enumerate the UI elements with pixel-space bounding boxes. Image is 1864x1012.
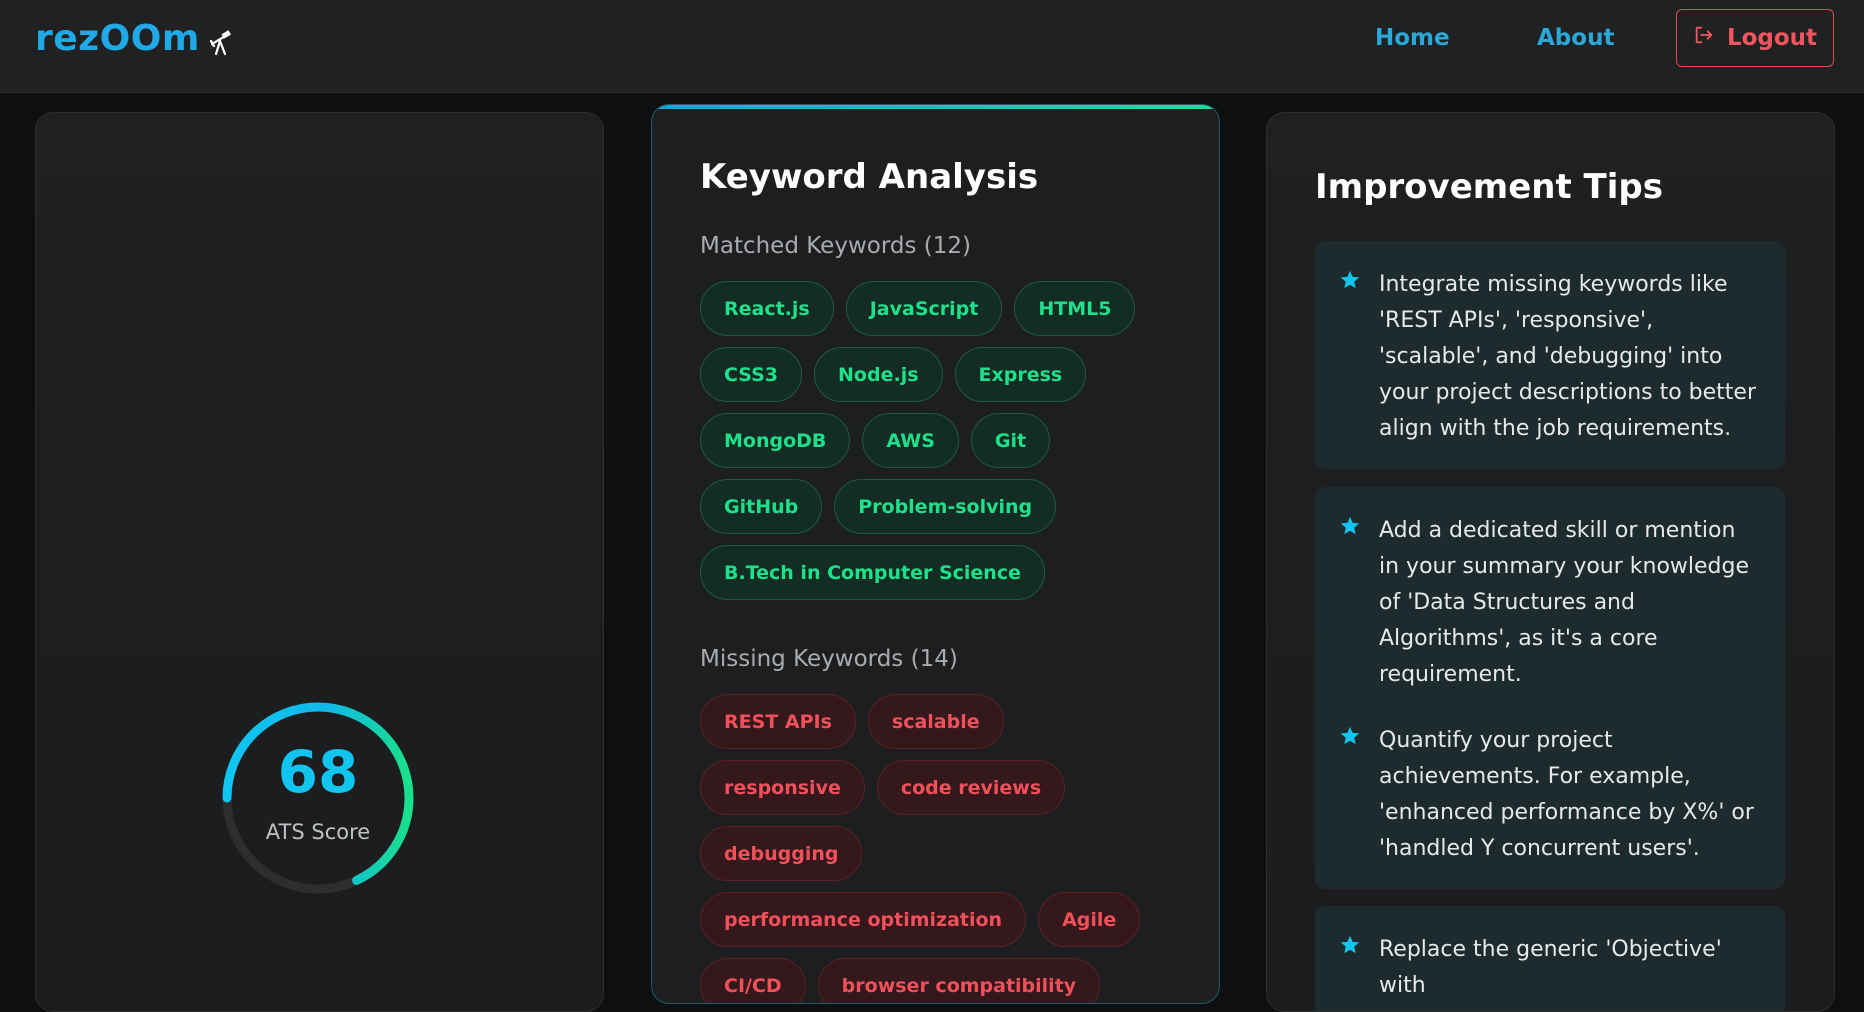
nav-about-link[interactable]: About [1537, 25, 1614, 51]
missing-keyword-chip: Agile [1038, 892, 1141, 947]
missing-keyword-chip: debugging [700, 826, 863, 881]
matched-keyword-chip: React.js [700, 281, 834, 336]
panel-accent-bar [652, 105, 1219, 109]
missing-keyword-chip: browser compatibility [817, 958, 1101, 1003]
brand-name: rezOOm [35, 18, 200, 59]
keyword-analysis-title: Keyword Analysis [700, 157, 1039, 197]
matched-keyword-chip: Git [970, 413, 1051, 468]
matched-keyword-chip: GitHub [700, 479, 823, 534]
tip-card: Replace the generic 'Objective' with [1315, 906, 1785, 1011]
matched-keyword-chip: AWS [862, 413, 959, 468]
ats-score-gauge: 68 ATS Score [218, 698, 418, 898]
matched-keywords-list: React.js JavaScript HTML5 CSS3 Node.js Expres… [700, 281, 1180, 600]
missing-keyword-chip: CI/CD [700, 958, 806, 1003]
matched-keyword-chip: MongoDB [700, 413, 851, 468]
logout-button[interactable]: Logout [1676, 9, 1834, 67]
score-panel: 68 ATS Score [35, 112, 604, 1012]
ats-score-value: 68 [277, 738, 359, 806]
tip-text: Quantify your project achievements. For … [1379, 728, 1754, 861]
brand-logo[interactable]: rezOOm [35, 18, 234, 59]
matched-keyword-chip: Express [954, 347, 1087, 402]
matched-keyword-chip: JavaScript [845, 281, 1003, 336]
matched-keyword-chip: CSS3 [700, 347, 803, 402]
logout-label: Logout [1726, 25, 1818, 51]
missing-keyword-chip: scalable [867, 694, 1004, 749]
ats-score-label: ATS Score [265, 820, 371, 844]
tip-text: Integrate missing keywords like 'REST AP… [1379, 272, 1756, 441]
star-icon [1340, 726, 1360, 745]
missing-keyword-chip: code reviews [876, 760, 1066, 815]
nav-home-link[interactable]: Home [1375, 25, 1450, 51]
improvement-tips-title: Improvement Tips [1315, 167, 1663, 207]
tip-card: Quantify your project achievements. For … [1315, 697, 1785, 889]
star-icon [1340, 516, 1360, 535]
matched-keyword-chip: B.Tech in Computer Science [700, 545, 1045, 600]
missing-keyword-chip: performance optimization [700, 892, 1027, 947]
missing-keyword-chip: responsive [700, 760, 865, 815]
telescope-icon [206, 25, 234, 55]
navbar: rezOOm Home About Logout [0, 0, 1864, 93]
tip-text: Replace the generic 'Objective' with [1379, 937, 1722, 998]
keyword-panel: Keyword Analysis Matched Keywords (12) R… [651, 104, 1220, 1004]
missing-keywords-label: Missing Keywords (14) [700, 646, 958, 672]
tip-card: Integrate missing keywords like 'REST AP… [1315, 241, 1785, 469]
tip-text: Add a dedicated skill or mention in your… [1379, 518, 1750, 687]
matched-keyword-chip: HTML5 [1014, 281, 1136, 336]
matched-keywords-label: Matched Keywords (12) [700, 233, 971, 259]
tip-card: Add a dedicated skill or mention in your… [1315, 487, 1785, 715]
matched-keyword-chip: Problem-solving [834, 479, 1057, 534]
tips-panel: Improvement Tips Integrate missing keywo… [1266, 112, 1835, 1012]
logout-icon [1693, 24, 1715, 52]
missing-keyword-chip: REST APIs [700, 694, 856, 749]
matched-keyword-chip: Node.js [814, 347, 943, 402]
star-icon [1340, 935, 1360, 954]
missing-keywords-list: REST APIs scalable responsive code reviews d… [700, 694, 1180, 1003]
star-icon [1340, 270, 1360, 289]
